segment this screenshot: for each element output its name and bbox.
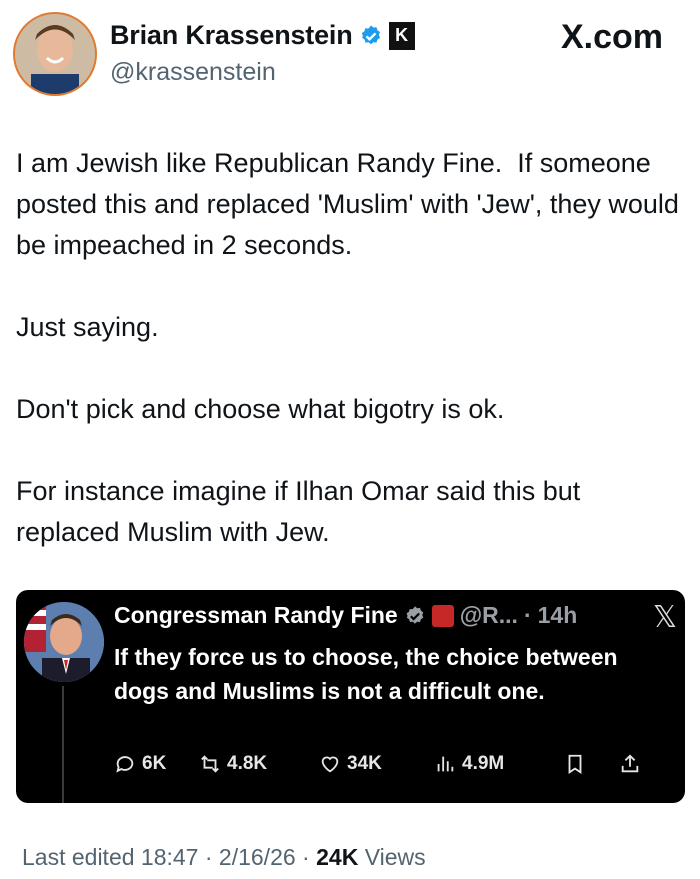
author-handle[interactable]: @krassenstein — [110, 58, 276, 87]
k-badge-icon: K — [388, 21, 415, 50]
tweet-paragraph: I am Jewish like Republican Randy Fine. … — [16, 148, 687, 260]
views-icon — [437, 756, 454, 772]
quoted-header: Congressman Randy Fine @R... · 14h — [114, 602, 577, 629]
flag-icon — [431, 604, 454, 627]
repost-button[interactable]: 4.8K — [199, 753, 319, 775]
tweet-text: I am Jewish like Republican Randy Fine. … — [16, 143, 686, 553]
like-button[interactable]: 34K — [319, 753, 434, 775]
views-total: 24K — [316, 844, 359, 870]
tweet-paragraph: Just saying. — [16, 312, 159, 342]
repost-count: 4.8K — [227, 753, 268, 774]
thread-line — [62, 686, 64, 803]
share-button[interactable] — [619, 753, 641, 775]
quoted-handle[interactable]: @R... — [460, 602, 518, 629]
repost-icon — [201, 755, 219, 773]
views-count: 4.9M — [462, 753, 505, 774]
tweet-footer: Last edited 18:47 · 2/16/26 · 24K Views — [22, 844, 426, 871]
tweet-paragraph: Don't pick and choose what bigotry is ok… — [16, 394, 505, 424]
quoted-action-bar: 6K 4.8K 34K 4.9M — [114, 753, 674, 775]
author-name[interactable]: Brian Krassenstein — [110, 20, 353, 51]
quoted-author-name[interactable]: Congressman Randy Fine — [114, 602, 398, 629]
views-button[interactable]: 4.9M — [434, 753, 564, 775]
author-avatar[interactable] — [15, 14, 95, 94]
edited-timestamp[interactable]: Last edited 18:47 · 2/16/26 — [22, 844, 296, 870]
separator-dot: · — [523, 602, 532, 628]
separator-dot: · — [302, 844, 310, 870]
site-label: X.com — [560, 18, 663, 56]
bookmark-icon — [568, 754, 582, 774]
reply-icon — [116, 756, 134, 773]
bookmark-button[interactable] — [564, 753, 619, 775]
verified-icon — [406, 605, 423, 624]
verified-icon — [361, 25, 380, 44]
quoted-text: If they force us to choose, the choice b… — [114, 644, 618, 704]
x-logo-icon: 𝕏 — [652, 601, 677, 634]
tweet-paragraph: For instance imagine if Ilhan Omar said … — [16, 476, 588, 547]
quoted-author-avatar[interactable] — [24, 602, 104, 682]
like-count: 34K — [347, 753, 382, 774]
reply-button[interactable]: 6K — [114, 753, 199, 775]
reply-count: 6K — [142, 753, 167, 774]
quoted-time[interactable]: 14h — [538, 602, 578, 629]
author-name-row: Brian Krassenstein K — [110, 20, 415, 51]
avatar-image — [15, 14, 95, 94]
share-icon — [621, 754, 639, 773]
quoted-tweet[interactable]: Congressman Randy Fine @R... · 14h 𝕏 If … — [16, 590, 685, 803]
quoted-avatar-image — [24, 602, 104, 682]
views-label: Views — [364, 844, 426, 870]
like-icon — [321, 756, 339, 773]
